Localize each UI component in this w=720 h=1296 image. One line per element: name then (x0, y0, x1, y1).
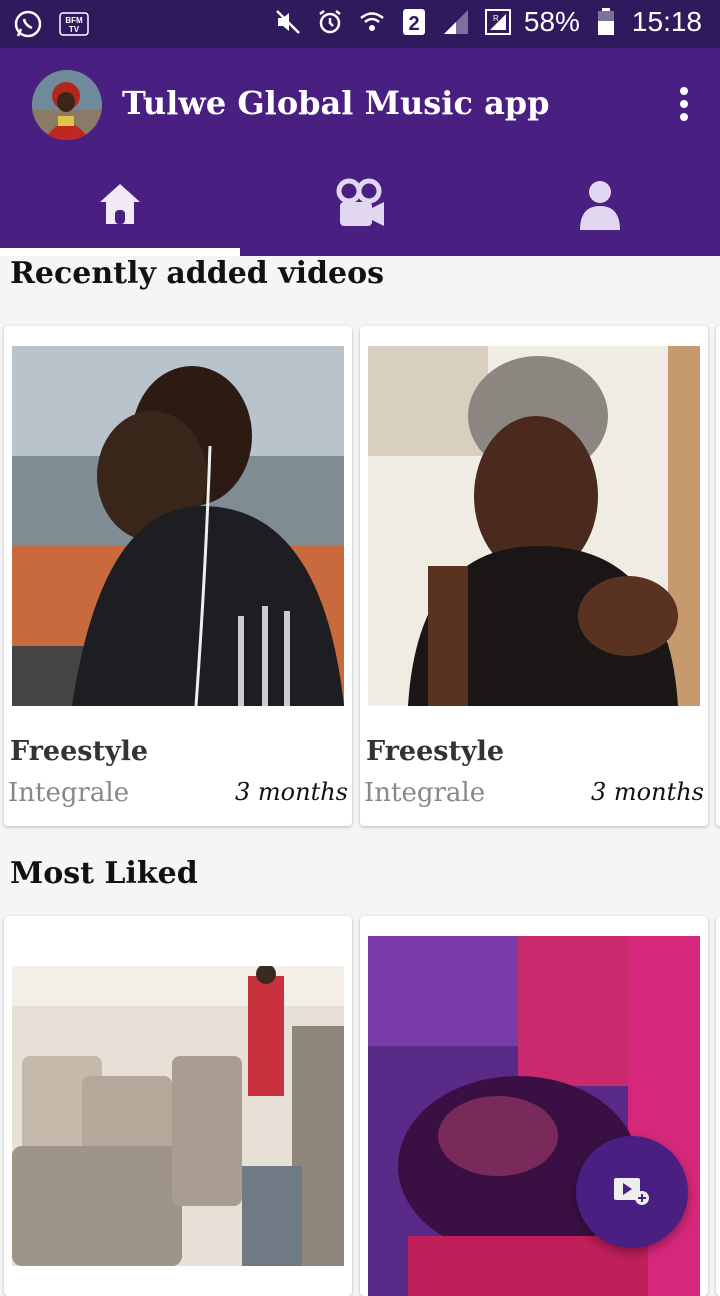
video-age: 3 months (235, 778, 348, 806)
video-card[interactable]: Freestyle Integrale 3 months (4, 326, 352, 826)
mute-icon (272, 6, 304, 38)
video-age: 3 months (591, 778, 704, 806)
video-camera-icon (334, 178, 386, 234)
person-icon (576, 178, 624, 234)
tab-profile[interactable] (480, 156, 720, 256)
most-liked-section-title: Most Liked (10, 856, 198, 891)
video-card-partial[interactable] (716, 326, 720, 826)
wifi-icon (356, 6, 388, 38)
recent-section-header: Recently added videos (0, 256, 720, 322)
tab-indicator (0, 248, 240, 256)
tab-bar (0, 156, 720, 256)
avatar[interactable] (32, 70, 102, 140)
bfm-tv-icon: BFM TV (58, 8, 90, 40)
video-card-partial[interactable] (716, 916, 720, 1296)
more-vert-icon[interactable] (678, 86, 690, 122)
recent-section-title: Recently added videos (10, 256, 385, 291)
sim-number: 2 (408, 13, 419, 35)
video-thumbnail[interactable] (12, 966, 344, 1266)
battery-percent: 58% (523, 6, 580, 37)
video-title: Freestyle (10, 736, 149, 767)
status-bar: BFM TV 2 R 58% 15:18 (0, 0, 720, 48)
video-card[interactable] (4, 916, 352, 1296)
tab-home[interactable] (0, 156, 240, 256)
svg-text:TV: TV (69, 25, 80, 34)
video-thumbnail[interactable] (12, 346, 344, 706)
roaming-signal-icon: R (482, 6, 514, 38)
battery-icon (590, 6, 622, 38)
svg-text:R: R (493, 14, 499, 23)
most-liked-section-header: Most Liked (0, 842, 720, 912)
add-video-button[interactable] (576, 1136, 688, 1248)
sim-2-icon: 2 (398, 6, 430, 38)
tab-videos[interactable] (240, 156, 480, 256)
whatsapp-icon (12, 8, 44, 40)
clock: 15:18 (631, 6, 702, 37)
home-icon (96, 180, 144, 232)
alarm-icon (314, 6, 346, 38)
app-bar: Tulwe Global Music app (0, 48, 720, 256)
video-thumbnail[interactable] (368, 346, 700, 706)
video-subtitle: Integrale (8, 778, 130, 808)
svg-text:BFM: BFM (65, 16, 83, 25)
video-title: Freestyle (366, 736, 505, 767)
add-video-icon (612, 1174, 652, 1210)
signal-icon (440, 6, 472, 38)
app-title: Tulwe Global Music app (122, 84, 550, 122)
video-subtitle: Integrale (364, 778, 486, 808)
video-card[interactable]: Freestyle Integrale 3 months (360, 326, 708, 826)
